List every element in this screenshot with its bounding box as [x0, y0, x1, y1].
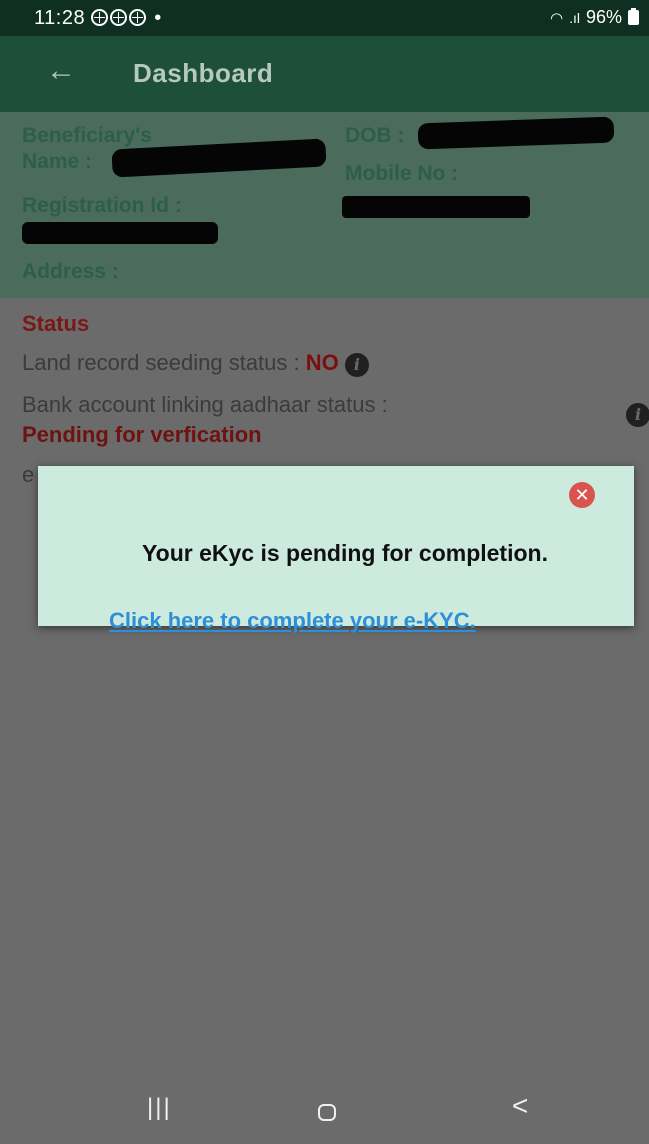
back-arrow-icon[interactable]: ← — [46, 54, 76, 88]
beneficiary-name-label-line2: Name : — [22, 150, 93, 173]
land-record-value: NO — [305, 350, 339, 375]
ekyc-status-label: e — [22, 462, 35, 487]
notification-icon — [91, 9, 109, 26]
close-icon[interactable]: ✕ — [569, 482, 595, 508]
status-content: Status Land record seeding status : NO i… — [0, 298, 649, 1078]
redacted-dob — [417, 116, 615, 150]
notification-icon — [110, 9, 128, 26]
registration-label: Registration Id : — [22, 194, 182, 217]
land-record-status: Land record seeding status : NO i — [22, 350, 369, 377]
dot-icon: • — [154, 7, 162, 29]
page-title: Dashboard — [133, 58, 274, 88]
notification-icon — [129, 9, 147, 26]
beneficiary-card: Beneficiary's Name : DOB : Mobile No : R… — [0, 112, 649, 298]
mobile-label: Mobile No : — [345, 162, 459, 185]
bank-label: Bank account linking aadhaar status : — [22, 392, 388, 417]
system-nav-bar: ||| < — [0, 1078, 649, 1144]
complete-ekyc-link[interactable]: Click here to complete your e-KYC. — [109, 608, 476, 634]
app-bar: ← Dashboard — [0, 36, 649, 112]
clock-text: 11:28 — [34, 7, 86, 29]
recent-apps-icon[interactable]: ||| — [147, 1094, 172, 1122]
redacted-registration — [22, 222, 218, 244]
home-icon[interactable] — [318, 1104, 336, 1121]
land-record-label: Land record seeding status : — [22, 350, 300, 375]
wifi-icon: ◠ — [549, 9, 564, 27]
status-heading: Status — [22, 311, 90, 336]
redacted-mobile — [342, 196, 530, 218]
battery-icon — [628, 8, 639, 25]
dialog-message: Your eKyc is pending for completion. — [142, 540, 548, 566]
signal-icon: .ıl — [569, 9, 580, 26]
status-icons: ◠ .ıl 96% — [550, 7, 639, 28]
dob-label: DOB : — [345, 124, 405, 147]
beneficiary-name-label-line1: Beneficiary's — [22, 124, 152, 147]
battery-percent: 96% — [585, 7, 622, 27]
bank-info-icon[interactable]: i — [626, 403, 649, 427]
status-time: 11:28 • — [34, 7, 162, 30]
status-bar: 11:28 • ◠ .ıl 96% — [0, 0, 649, 36]
back-icon[interactable]: < — [512, 1090, 528, 1122]
info-icon[interactable]: i — [344, 353, 369, 377]
address-label: Address : — [22, 260, 119, 283]
bank-status-value: Pending for verfication — [22, 422, 262, 447]
